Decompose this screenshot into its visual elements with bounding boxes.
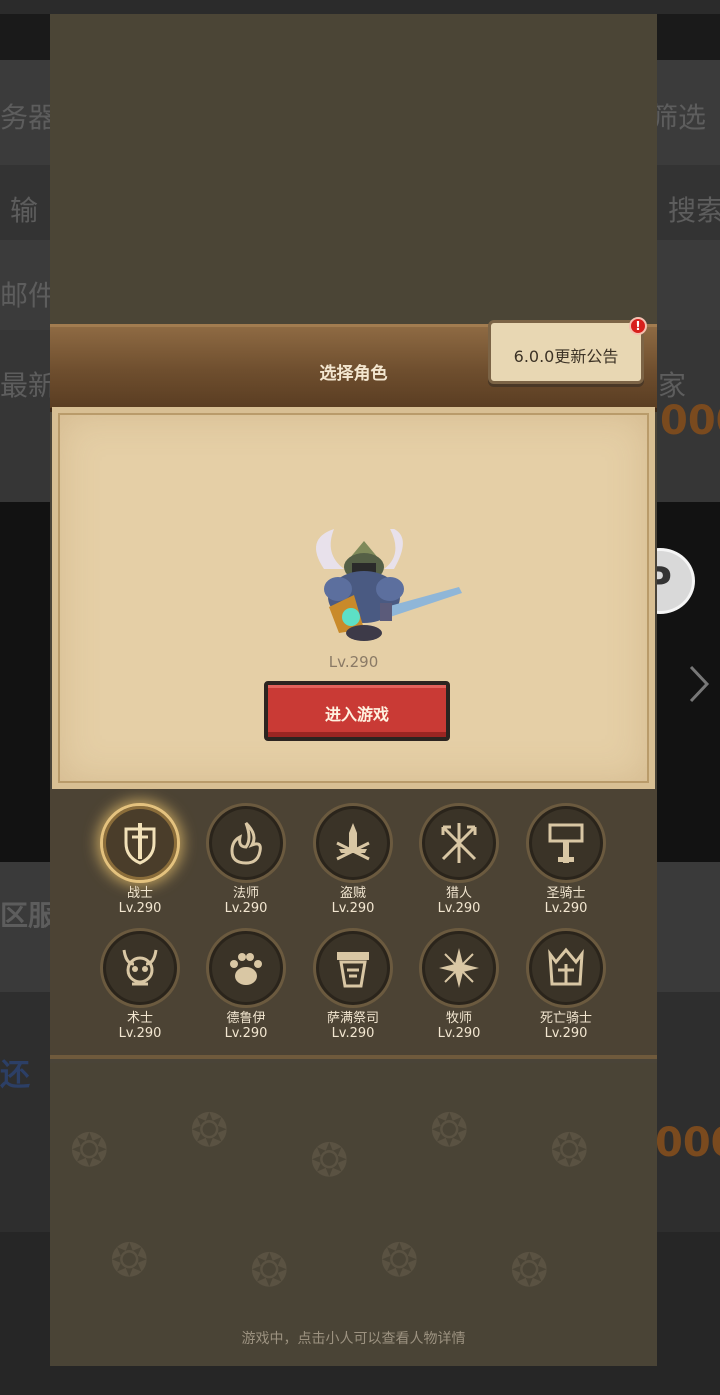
class-shaman[interactable]: 萨满祭司 Lv.290 bbox=[300, 928, 406, 1050]
class-warlock[interactable]: 术士 Lv.290 bbox=[87, 928, 193, 1050]
bg-text: 务器 bbox=[0, 101, 57, 134]
class-level: Lv.290 bbox=[331, 1026, 375, 1041]
bg-number: 000 bbox=[655, 1120, 720, 1166]
horned-skull-icon bbox=[122, 949, 158, 986]
class-name: 术士 bbox=[126, 1011, 153, 1026]
class-death-knight[interactable]: 死亡骑士 Lv.290 bbox=[513, 928, 619, 1050]
hammer-icon bbox=[548, 823, 584, 863]
paw-icon bbox=[230, 953, 262, 985]
bg-status-bar bbox=[0, 0, 720, 14]
bg-text: 还 bbox=[0, 1058, 30, 1093]
chevron-right-icon[interactable] bbox=[688, 664, 710, 704]
class-priest[interactable]: 牧师 Lv.290 bbox=[406, 928, 512, 1050]
class-warrior[interactable]: 战士 Lv.290 bbox=[87, 803, 193, 925]
totem-icon bbox=[337, 952, 369, 988]
class-level: Lv.290 bbox=[437, 901, 481, 916]
class-name: 猎人 bbox=[445, 886, 472, 901]
bg-text: 输 bbox=[10, 194, 39, 227]
helm-icon bbox=[548, 947, 584, 986]
class-level: Lv.290 bbox=[544, 901, 588, 916]
game-window: 选择角色 6.0.0更新公告 ! Lv.290 进入游戏 战士 Lv.290 法… bbox=[50, 14, 657, 1366]
flame-icon bbox=[230, 821, 262, 865]
bg-text: 邮件 bbox=[0, 279, 57, 312]
class-name: 战士 bbox=[126, 886, 153, 901]
class-mage[interactable]: 法师 Lv.290 bbox=[193, 803, 299, 925]
shield-sword-icon bbox=[124, 823, 156, 865]
hint-text: 游戏中，点击小人可以查看人物详情 bbox=[241, 1331, 466, 1347]
class-level: Lv.290 bbox=[437, 1026, 481, 1041]
enter-game-label: 进入游戏 bbox=[324, 705, 389, 724]
class-level: Lv.290 bbox=[118, 1026, 162, 1041]
character-level: Lv.290 bbox=[328, 653, 379, 671]
class-rogue[interactable]: 盗贼 Lv.290 bbox=[300, 803, 406, 925]
class-hunter[interactable]: 猎人 Lv.290 bbox=[406, 803, 512, 925]
bg-search-label: 搜索 bbox=[668, 194, 720, 227]
scene-background bbox=[50, 14, 657, 324]
class-name: 德鲁伊 bbox=[226, 1011, 266, 1026]
class-level: Lv.290 bbox=[118, 901, 162, 916]
class-name: 圣骑士 bbox=[546, 886, 586, 901]
class-druid[interactable]: 德鲁伊 Lv.290 bbox=[193, 928, 299, 1050]
class-level: Lv.290 bbox=[544, 1026, 588, 1041]
class-level: Lv.290 bbox=[224, 1026, 268, 1041]
class-name: 萨满祭司 bbox=[326, 1011, 379, 1026]
bg-text: 最新 bbox=[0, 369, 57, 402]
class-selector: 战士 Lv.290 法师 Lv.290 盗贼 Lv.290 猎人 Lv.290 … bbox=[50, 789, 657, 1059]
screen: 务器 筛选 输 搜索 邮件 最新 家 000 区服 还 000 P 选择角色 6… bbox=[0, 0, 720, 1395]
bg-text: 区服 bbox=[0, 899, 57, 932]
class-name: 死亡骑士 bbox=[539, 1011, 592, 1026]
crossed-arrows-icon bbox=[441, 823, 477, 863]
class-name: 牧师 bbox=[445, 1011, 472, 1026]
enter-game-button[interactable]: 进入游戏 bbox=[264, 681, 450, 741]
bg-number: 000 bbox=[660, 398, 720, 444]
class-level: Lv.290 bbox=[224, 901, 268, 916]
holy-star-icon bbox=[439, 948, 479, 988]
decorative-pattern-area: ❂ ❂ ❂ ❂ ❂ ❂ ❂ ❂ ❂ bbox=[50, 1063, 657, 1366]
notice-label: 6.0.0更新公告 bbox=[513, 347, 619, 366]
class-paladin[interactable]: 圣骑士 Lv.290 bbox=[513, 803, 619, 925]
class-name: 盗贼 bbox=[339, 886, 366, 901]
character-sprite[interactable] bbox=[294, 529, 464, 659]
class-name: 法师 bbox=[232, 886, 259, 901]
bg-filter-label: 筛选 bbox=[650, 101, 707, 134]
alert-badge-icon: ! bbox=[629, 317, 647, 335]
class-level: Lv.290 bbox=[331, 901, 375, 916]
dagger-icon bbox=[336, 823, 370, 861]
character-preview-panel: Lv.290 进入游戏 bbox=[52, 407, 655, 789]
update-notice-button[interactable]: 6.0.0更新公告 ! bbox=[488, 317, 647, 384]
